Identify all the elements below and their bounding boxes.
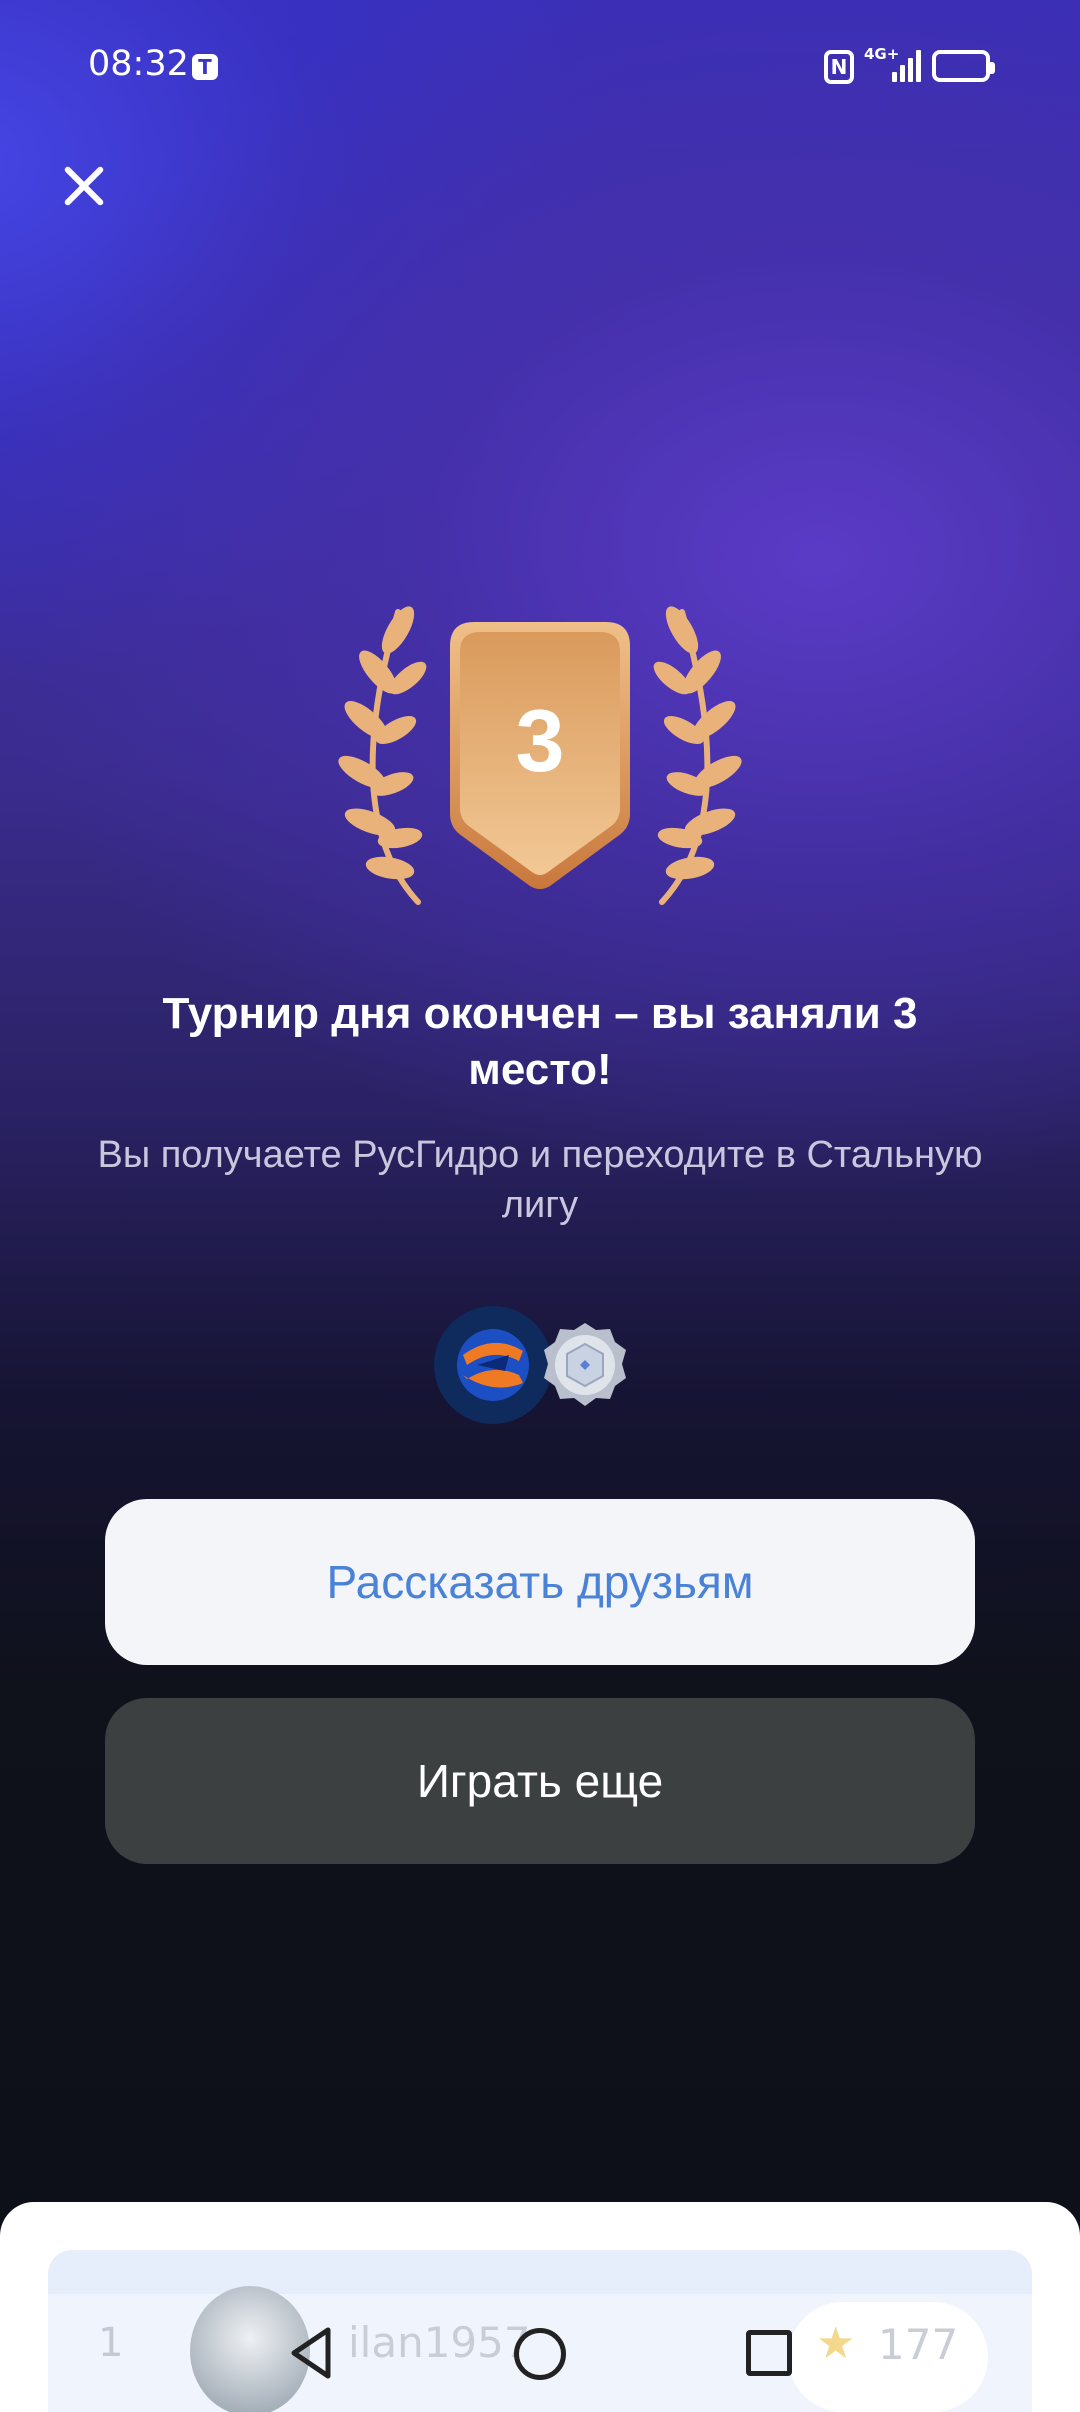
share-with-friends-button[interactable]: Рассказать друзьям [105, 1499, 975, 1665]
steel-league-badge-icon [540, 1320, 630, 1410]
leader-name: ilan1957 [348, 2318, 531, 2367]
nfc-icon: N [824, 50, 854, 84]
reward-icons [434, 1306, 634, 1426]
home-icon[interactable] [514, 2328, 566, 2380]
leader-rank: 1 [98, 2320, 124, 2366]
play-again-button[interactable]: Играть еще [105, 1698, 975, 1864]
battery-icon [932, 50, 995, 82]
recent-apps-icon[interactable] [746, 2330, 792, 2376]
result-title: Турнир дня окончен – вы заняли 3 место! [162, 989, 918, 1094]
status-bar: 08:32 Т N 4G+ [0, 0, 1080, 130]
rushydro-logo-icon [434, 1306, 552, 1424]
close-icon[interactable] [56, 158, 112, 214]
signal-icon [892, 48, 924, 82]
result-subtitle: Вы получаете РусГидро и переходите в Ста… [97, 1134, 983, 1226]
place-number: 3 [515, 691, 565, 790]
leaderboard-sheet[interactable]: 1 ilan1957 ★ 177 [0, 2202, 1080, 2412]
back-icon[interactable] [288, 2326, 332, 2380]
app-notification-icon: Т [192, 54, 218, 80]
status-time: 08:32 [88, 44, 189, 84]
leader-score: 177 [878, 2320, 959, 2369]
place-badge: 3 [300, 600, 780, 920]
star-icon: ★ [816, 2318, 856, 2369]
